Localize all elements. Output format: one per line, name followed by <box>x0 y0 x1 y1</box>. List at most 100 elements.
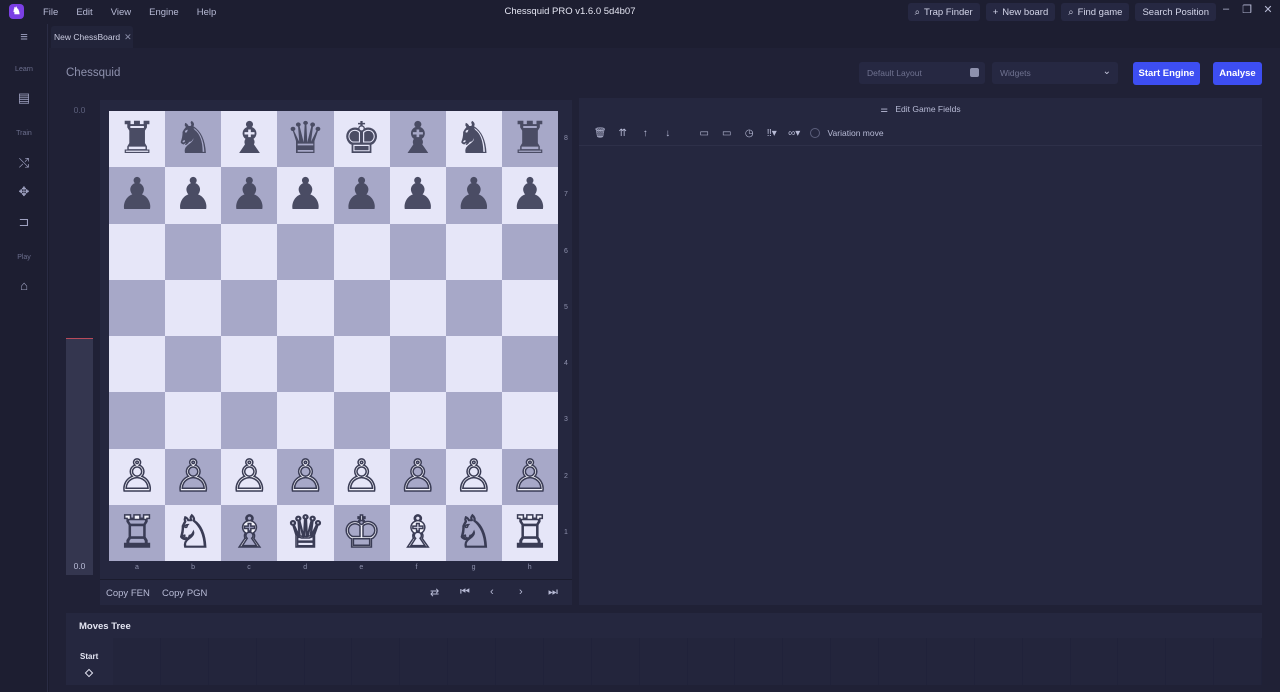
board-square-e1[interactable]: ♔ <box>333 504 390 561</box>
chess-piece[interactable]: ♙ <box>117 453 158 499</box>
chess-piece[interactable]: ♙ <box>229 453 270 499</box>
board-square-f3[interactable] <box>389 392 446 449</box>
chess-piece[interactable]: ♘ <box>173 510 214 556</box>
layout-select[interactable]: Default Layout <box>859 62 985 84</box>
chess-piece[interactable]: ♟ <box>173 173 212 217</box>
find-game-button[interactable]: ⌕ Find game <box>1061 3 1130 21</box>
board-square-e8[interactable]: ♚ <box>333 111 390 168</box>
promote-variation-icon[interactable]: ⇈ <box>612 128 635 139</box>
restore-icon[interactable]: ❐ <box>1241 3 1253 16</box>
chess-piece[interactable]: ♗ <box>229 510 270 556</box>
board-square-f1[interactable]: ♗ <box>389 504 446 561</box>
board-square-a1[interactable]: ♖ <box>109 504 166 561</box>
chess-board[interactable]: ♜ ♞ ♝ ♛ ♚ ♝ ♞ ♜ ♟ ♟ ♟ ♟ ♟ ♟ ♟ ♟ ♙ ♙ ♙ ♙ ♙ ♙ ♙ ♙ ♖ ♘ ♗ ♕ ♔ ♗ ♘ ♖ <box>109 111 558 561</box>
trash-icon[interactable]: 🗑 <box>589 128 612 139</box>
chess-piece[interactable]: ♙ <box>285 453 326 499</box>
chess-piece[interactable]: ♙ <box>173 453 214 499</box>
board-square-e6[interactable] <box>333 223 390 280</box>
board-square-d3[interactable] <box>277 392 334 449</box>
board-square-h4[interactable] <box>501 336 558 393</box>
chess-piece[interactable]: ♛ <box>286 117 325 161</box>
chess-piece[interactable]: ♞ <box>173 117 212 161</box>
board-square-h2[interactable]: ♙ <box>501 448 558 505</box>
board-square-h1[interactable]: ♖ <box>501 504 558 561</box>
board-square-b6[interactable] <box>165 223 222 280</box>
board-square-f8[interactable]: ♝ <box>389 111 446 168</box>
board-square-h6[interactable] <box>501 223 558 280</box>
board-square-g1[interactable]: ♘ <box>445 504 502 561</box>
chess-piece[interactable]: ♟ <box>117 173 156 217</box>
sidebar-item-endgames-icon[interactable]: ⊐ <box>16 214 32 230</box>
evaluation-dropdown-icon[interactable]: ∞▾ <box>783 128 806 139</box>
chess-piece[interactable]: ♟ <box>454 173 493 217</box>
board-square-e4[interactable] <box>333 336 390 393</box>
chess-piece[interactable]: ♕ <box>285 510 326 556</box>
board-square-b1[interactable]: ♘ <box>165 504 222 561</box>
sidebar-item-play-icon[interactable]: ⌂ <box>16 278 32 294</box>
board-square-a7[interactable]: ♟ <box>109 167 166 224</box>
board-square-a2[interactable]: ♙ <box>109 448 166 505</box>
edit-game-fields-button[interactable]: ⚌ Edit Game Fields <box>579 104 1262 115</box>
board-square-a5[interactable] <box>109 279 166 336</box>
start-node-icon[interactable] <box>84 668 94 678</box>
board-square-a6[interactable] <box>109 223 166 280</box>
chess-piece[interactable]: ♟ <box>342 173 381 217</box>
board-square-b5[interactable] <box>165 279 222 336</box>
clock-icon[interactable]: ◷ <box>738 128 761 139</box>
board-square-e2[interactable]: ♙ <box>333 448 390 505</box>
chess-piece[interactable]: ♟ <box>286 173 325 217</box>
chess-piece[interactable]: ♙ <box>509 453 550 499</box>
chess-piece[interactable]: ♖ <box>117 510 158 556</box>
board-square-h7[interactable]: ♟ <box>501 167 558 224</box>
chess-piece[interactable]: ♘ <box>453 510 494 556</box>
close-icon[interactable]: ✕ <box>1262 3 1274 16</box>
chess-piece[interactable]: ♚ <box>342 117 381 161</box>
board-square-e5[interactable] <box>333 279 390 336</box>
comment-before-icon[interactable]: ▭ <box>693 128 716 139</box>
first-move-icon[interactable]: ⏮ <box>460 586 470 599</box>
board-square-g7[interactable]: ♟ <box>445 167 502 224</box>
chess-piece[interactable]: ♔ <box>341 510 382 556</box>
chess-piece[interactable]: ♙ <box>341 453 382 499</box>
board-square-g2[interactable]: ♙ <box>445 448 502 505</box>
hamburger-menu-icon[interactable]: ≡ <box>16 29 32 45</box>
board-square-a4[interactable] <box>109 336 166 393</box>
board-square-d7[interactable]: ♟ <box>277 167 334 224</box>
chess-piece[interactable]: ♜ <box>510 117 549 161</box>
board-square-c8[interactable]: ♝ <box>221 111 278 168</box>
board-square-d8[interactable]: ♛ <box>277 111 334 168</box>
search-position-button[interactable]: Search Position <box>1135 3 1216 21</box>
board-square-d5[interactable] <box>277 279 334 336</box>
board-square-c2[interactable]: ♙ <box>221 448 278 505</box>
chess-piece[interactable]: ♙ <box>453 453 494 499</box>
board-square-c7[interactable]: ♟ <box>221 167 278 224</box>
annotation-dropdown-icon[interactable]: ‼▾ <box>761 128 784 139</box>
board-square-a3[interactable] <box>109 392 166 449</box>
tab-new-chessboard[interactable]: New ChessBoard ✕ <box>51 26 133 48</box>
board-square-d1[interactable]: ♕ <box>277 504 334 561</box>
board-square-b4[interactable] <box>165 336 222 393</box>
board-square-b7[interactable]: ♟ <box>165 167 222 224</box>
analyse-button[interactable]: Analyse <box>1213 62 1262 85</box>
board-square-e7[interactable]: ♟ <box>333 167 390 224</box>
board-square-h3[interactable] <box>501 392 558 449</box>
variation-move-checkbox[interactable] <box>809 128 820 138</box>
board-square-g6[interactable] <box>445 223 502 280</box>
close-tab-icon[interactable]: ✕ <box>124 32 132 43</box>
chess-piece[interactable]: ♖ <box>509 510 550 556</box>
chess-piece[interactable]: ♙ <box>397 453 438 499</box>
board-square-d4[interactable] <box>277 336 334 393</box>
chess-piece[interactable]: ♟ <box>398 173 437 217</box>
chess-piece[interactable]: ♝ <box>230 117 269 161</box>
board-square-c6[interactable] <box>221 223 278 280</box>
new-board-button[interactable]: + New board <box>985 3 1056 21</box>
board-square-c4[interactable] <box>221 336 278 393</box>
board-square-f4[interactable] <box>389 336 446 393</box>
comment-after-icon[interactable]: ▭ <box>716 128 739 139</box>
minimize-icon[interactable]: – <box>1220 3 1232 16</box>
board-square-g4[interactable] <box>445 336 502 393</box>
board-square-h8[interactable]: ♜ <box>501 111 558 168</box>
board-square-g8[interactable]: ♞ <box>445 111 502 168</box>
chess-piece[interactable]: ♝ <box>398 117 437 161</box>
board-square-f5[interactable] <box>389 279 446 336</box>
